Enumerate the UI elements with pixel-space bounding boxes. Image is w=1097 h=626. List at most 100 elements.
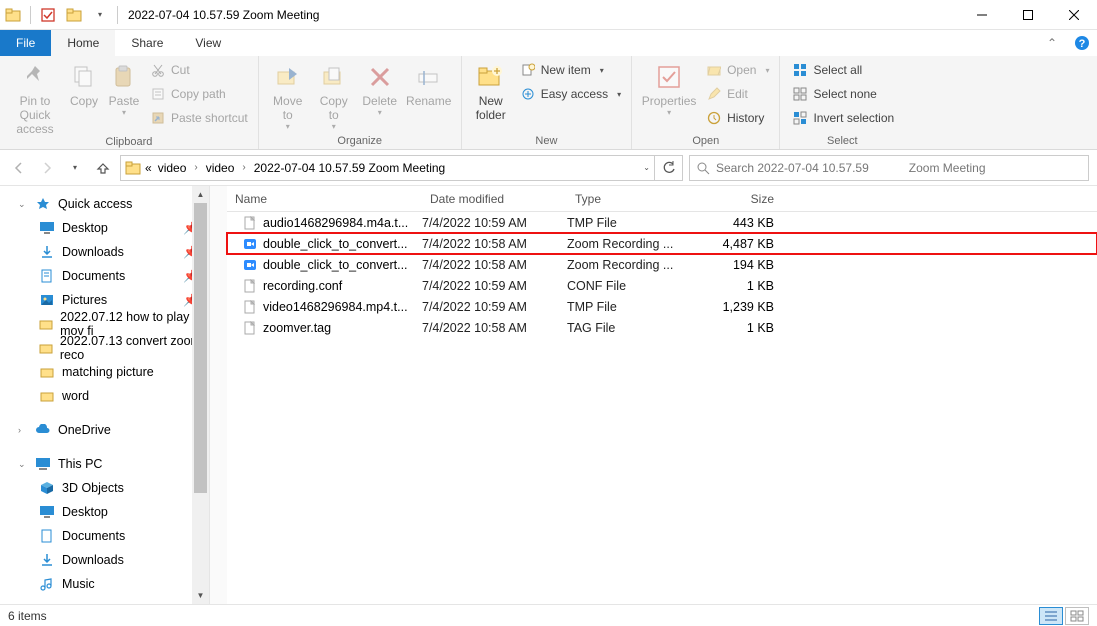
edit-icon (706, 86, 722, 102)
chevron-right-icon[interactable]: › (190, 162, 201, 173)
view-tab[interactable]: View (179, 30, 237, 56)
documents-icon (38, 528, 56, 544)
ribbon-collapse-icon[interactable]: ⌃ (1037, 30, 1067, 56)
edit-button[interactable]: Edit (702, 83, 773, 105)
window-title: 2022-07-04 10.57.59 Zoom Meeting (128, 8, 319, 22)
folder-icon (38, 340, 54, 356)
file-row[interactable]: double_click_to_convert...7/4/2022 10:58… (227, 233, 1097, 254)
search-box[interactable]: Search 2022-07-04 10.57.59 Zoom Meeting (689, 155, 1089, 181)
close-button[interactable] (1051, 0, 1097, 30)
new-item-button[interactable]: New item▾ (516, 59, 625, 81)
nav-pc-documents[interactable]: Documents (0, 524, 209, 548)
file-type: TMP File (567, 300, 697, 314)
col-name[interactable]: Name (227, 192, 422, 206)
col-size[interactable]: Size (697, 192, 782, 206)
nav-pictures[interactable]: Pictures📌 (0, 288, 209, 312)
nav-pc-downloads[interactable]: Downloads (0, 548, 209, 572)
file-tab[interactable]: File (0, 30, 51, 56)
open-button[interactable]: Open▾ (702, 59, 773, 81)
pin-to-quick-access-button[interactable]: Pin to Quick access (6, 59, 64, 136)
scroll-up-icon[interactable]: ▲ (192, 186, 209, 203)
maximize-button[interactable] (1005, 0, 1051, 30)
breadcrumb-item[interactable]: video (204, 161, 237, 175)
up-button[interactable] (92, 157, 114, 179)
zoom-icon (241, 237, 259, 251)
nav-folder[interactable]: 2022.07.13 convert zoom reco (0, 336, 209, 360)
home-tab[interactable]: Home (51, 30, 115, 56)
nav-3d-objects[interactable]: 3D Objects (0, 476, 209, 500)
select-all-button[interactable]: Select all (788, 59, 898, 81)
path-history-dropdown[interactable]: ⌄ (643, 163, 650, 172)
cut-button[interactable]: Cut (146, 59, 252, 81)
large-icons-view-button[interactable] (1065, 607, 1089, 625)
history-button[interactable]: History (702, 107, 773, 129)
file-type: Zoom Recording ... (567, 237, 697, 251)
nav-this-pc[interactable]: ⌄This PC (0, 452, 209, 476)
file-row[interactable]: recording.conf7/4/2022 10:59 AMCONF File… (227, 275, 1097, 296)
desktop-icon (38, 220, 56, 236)
copy-path-button[interactable]: Copy path (146, 83, 252, 105)
menu-bar: File Home Share View ⌃ ? (0, 30, 1097, 56)
breadcrumb-bar[interactable]: « video› video› 2022-07-04 10.57.59 Zoom… (120, 155, 655, 181)
file-row[interactable]: video1468296984.mp4.t...7/4/2022 10:59 A… (227, 296, 1097, 317)
qat-properties-icon[interactable] (38, 5, 58, 25)
nav-folder[interactable]: word (0, 384, 209, 408)
move-to-button[interactable]: Move to▾ (265, 59, 311, 131)
invert-selection-button[interactable]: Invert selection (788, 107, 898, 129)
delete-button[interactable]: Delete▾ (357, 59, 403, 117)
easy-access-button[interactable]: Easy access▾ (516, 83, 625, 105)
open-icon (706, 62, 722, 78)
file-date: 7/4/2022 10:58 AM (422, 321, 567, 335)
back-button[interactable] (8, 157, 30, 179)
col-type[interactable]: Type (567, 192, 697, 206)
pc-icon (34, 456, 52, 472)
folder-app-icon (3, 5, 23, 25)
breadcrumb-item[interactable]: 2022-07-04 10.57.59 Zoom Meeting (252, 161, 447, 175)
share-tab[interactable]: Share (115, 30, 179, 56)
file-type: TAG File (567, 321, 697, 335)
nav-quick-access[interactable]: ⌄Quick access (0, 192, 209, 216)
rename-button[interactable]: Rename (403, 59, 455, 108)
select-none-button[interactable]: Select none (788, 83, 898, 105)
nav-folder[interactable]: 2022.07.12 how to play mov fi (0, 312, 209, 336)
copy-to-button[interactable]: Copy to▾ (311, 59, 357, 131)
help-button[interactable]: ? (1067, 30, 1097, 56)
breadcrumb-item[interactable]: video (156, 161, 189, 175)
copy-path-icon (150, 86, 166, 102)
qat-folder-icon[interactable] (64, 5, 84, 25)
nav-onedrive[interactable]: ›OneDrive (0, 418, 209, 442)
new-folder-button[interactable]: New folder (468, 59, 514, 122)
nav-desktop[interactable]: Desktop📌 (0, 216, 209, 240)
nav-pc-music[interactable]: Music (0, 572, 209, 596)
file-row[interactable]: double_click_to_convert...7/4/2022 10:58… (227, 254, 1097, 275)
documents-icon (38, 268, 56, 284)
forward-button[interactable] (36, 157, 58, 179)
ribbon: Pin to Quick access Copy Paste ▾ Cut Cop… (0, 56, 1097, 150)
chevron-right-icon[interactable]: › (238, 162, 249, 173)
nav-downloads[interactable]: Downloads📌 (0, 240, 209, 264)
nav-folder[interactable]: matching picture (0, 360, 209, 384)
star-icon (34, 196, 52, 212)
qat-customize-dropdown[interactable]: ▾ (90, 5, 110, 25)
file-row[interactable]: zoomver.tag7/4/2022 10:58 AMTAG File1 KB (227, 317, 1097, 338)
refresh-button[interactable] (655, 155, 683, 181)
history-icon (706, 110, 722, 126)
scroll-thumb[interactable] (194, 203, 207, 493)
details-view-button[interactable] (1039, 607, 1063, 625)
nav-pc-desktop[interactable]: Desktop (0, 500, 209, 524)
file-size: 1,239 KB (697, 300, 782, 314)
paste-button[interactable]: Paste ▾ (104, 59, 144, 117)
scroll-down-icon[interactable]: ▼ (192, 587, 209, 604)
file-row[interactable]: audio1468296984.m4a.t...7/4/2022 10:59 A… (227, 212, 1097, 233)
col-date[interactable]: Date modified (422, 192, 567, 206)
file-date: 7/4/2022 10:59 AM (422, 300, 567, 314)
paste-shortcut-button[interactable]: Paste shortcut (146, 107, 252, 129)
properties-button[interactable]: Properties▾ (638, 59, 700, 117)
file-type: TMP File (567, 216, 697, 230)
nav-scrollbar[interactable]: ▲ ▼ (192, 186, 209, 604)
minimize-button[interactable] (959, 0, 1005, 30)
file-name: double_click_to_convert... (263, 237, 422, 251)
copy-button[interactable]: Copy (64, 59, 104, 108)
recent-locations-button[interactable]: ▾ (64, 157, 86, 179)
nav-documents[interactable]: Documents📌 (0, 264, 209, 288)
